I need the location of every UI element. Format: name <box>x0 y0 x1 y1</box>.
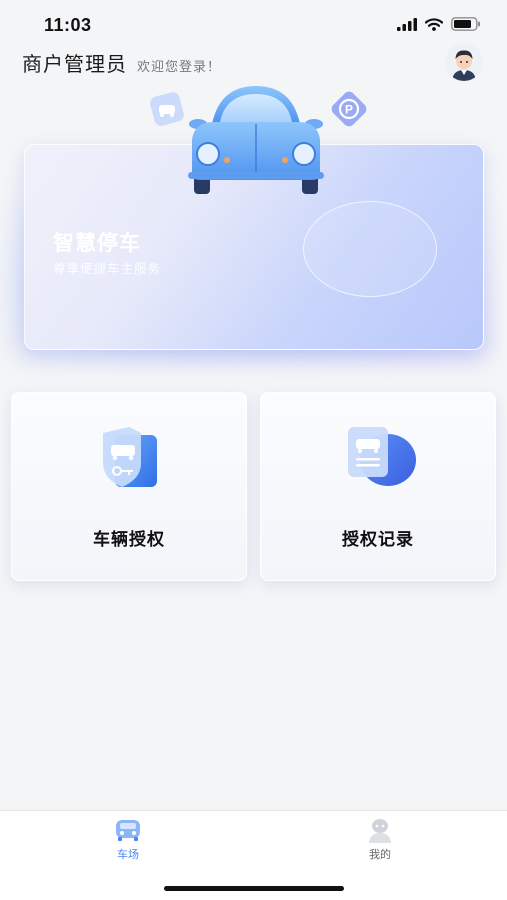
authorization-record-label: 授权记录 <box>342 530 414 550</box>
banner-subtitle: 尊享便捷车主服务 <box>53 261 162 276</box>
home-indicator <box>164 886 344 891</box>
vehicle-authorization-card[interactable]: 车辆授权 <box>11 392 247 581</box>
car-record-document-icon <box>348 427 416 486</box>
avatar[interactable] <box>445 43 483 81</box>
user-avatar-icon <box>445 43 483 81</box>
page-header: 商户管理员 欢迎您登录！ <box>22 48 221 78</box>
car-shield-key-icon <box>103 427 157 487</box>
page-title: 商户管理员 <box>22 52 127 76</box>
tab-car-park[interactable]: 车场 <box>88 817 168 862</box>
status-icons <box>397 17 481 31</box>
tab-car-park-label: 车场 <box>117 848 139 861</box>
wifi-icon <box>425 17 443 31</box>
status-bar: 11:03 <box>0 0 507 48</box>
banner-title: 智慧停车 <box>53 231 141 255</box>
status-time: 11:03 <box>44 15 92 35</box>
user-icon <box>369 819 391 843</box>
car-illustration <box>188 86 324 194</box>
banner-decoration <box>303 201 437 297</box>
welcome-subtitle: 欢迎您登录！ <box>137 60 222 75</box>
cellular-signal-icon <box>397 17 417 31</box>
tab-mine[interactable]: 我的 <box>340 817 420 862</box>
tab-mine-label: 我的 <box>369 848 391 861</box>
battery-icon <box>451 17 480 31</box>
authorization-record-card[interactable]: 授权记录 <box>260 392 496 581</box>
svg-text:P: P <box>345 103 353 117</box>
car-park-icon <box>116 820 140 841</box>
parking-badge-icon: P <box>331 91 367 127</box>
vehicle-authorization-label: 车辆授权 <box>93 530 165 550</box>
